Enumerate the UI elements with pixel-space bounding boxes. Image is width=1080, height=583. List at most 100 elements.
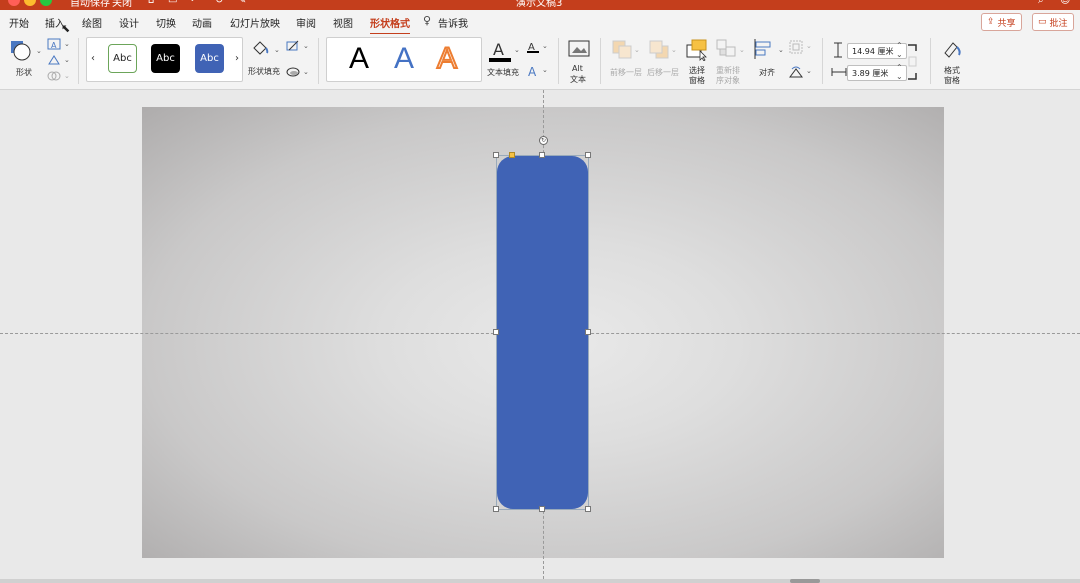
text-box-icon[interactable]: A xyxy=(47,38,61,50)
tab-shape-format[interactable]: 形状格式 xyxy=(370,15,410,35)
chevron-down-icon[interactable]: ⌄ xyxy=(806,42,812,50)
resize-handle-top-left[interactable] xyxy=(493,152,499,158)
autosave-toggle[interactable]: 关闭 xyxy=(112,0,132,9)
chevron-down-icon[interactable]: ⌄ xyxy=(303,42,309,50)
height-icon xyxy=(834,42,842,58)
pen-outline-icon[interactable] xyxy=(286,40,300,52)
share-button[interactable]: ⇪ 共享 xyxy=(981,13,1022,31)
selection-pane-icon[interactable] xyxy=(686,39,708,61)
group-icon[interactable] xyxy=(789,40,803,54)
scrollbar-thumb[interactable] xyxy=(790,579,820,583)
tab-review[interactable]: 审阅 xyxy=(296,15,316,30)
format-pane-label-2: 窗格 xyxy=(944,76,960,85)
customize-icon[interactable]: ✎ xyxy=(238,0,246,6)
width-stepper-down[interactable]: ⌄ xyxy=(896,72,903,81)
height-stepper-up[interactable]: ⌃ xyxy=(896,41,903,50)
merge-shapes-icon[interactable] xyxy=(47,70,61,82)
wordart-orange-outline[interactable]: A xyxy=(436,41,458,76)
style-preset-outline[interactable]: Abc xyxy=(108,44,137,73)
chevron-down-icon[interactable]: ⌄ xyxy=(806,67,812,75)
text-outline-icon[interactable]: A xyxy=(526,40,540,54)
resize-handle-bottom[interactable] xyxy=(539,506,545,512)
chevron-down-icon[interactable]: ⌄ xyxy=(64,72,70,80)
chevron-down-icon[interactable]: ⌄ xyxy=(739,46,745,54)
redo-icon[interactable]: ↻ xyxy=(215,0,223,6)
text-effects-icon[interactable]: A xyxy=(526,64,540,78)
selection-pane-label-2: 窗格 xyxy=(689,76,705,85)
shape-circle-icon[interactable] xyxy=(8,38,34,62)
chevron-right-icon[interactable]: › xyxy=(235,53,239,64)
bring-forward-icon[interactable] xyxy=(611,39,633,59)
rotate-icon[interactable] xyxy=(789,65,803,79)
resize-handle-bottom-left[interactable] xyxy=(493,506,499,512)
chevron-down-icon[interactable]: ⌄ xyxy=(64,56,70,64)
slide-workspace[interactable]: ↻ xyxy=(0,90,1080,579)
ribbon-separator xyxy=(318,38,319,84)
tab-slideshow[interactable]: 幻灯片放映 xyxy=(230,15,280,30)
svg-text:A: A xyxy=(528,65,537,78)
home-icon[interactable]: ⌂ xyxy=(148,0,154,6)
tab-transitions[interactable]: 切换 xyxy=(156,15,176,30)
tell-me-search[interactable]: 告诉我 xyxy=(438,15,468,30)
wordart-gallery: A A A xyxy=(326,37,482,82)
send-backward-icon[interactable] xyxy=(648,39,670,59)
undo-icon[interactable]: ↶ xyxy=(190,0,198,6)
chevron-down-icon[interactable]: ⌄ xyxy=(36,47,42,55)
account-icon[interactable]: ☺ xyxy=(1060,0,1070,6)
chevron-down-icon[interactable]: ⌄ xyxy=(542,42,548,50)
resize-handle-left[interactable] xyxy=(493,329,499,335)
corner-radius-handle[interactable] xyxy=(509,152,515,158)
chevron-down-icon[interactable]: ⌄ xyxy=(671,46,677,54)
format-pane-icon[interactable] xyxy=(941,39,963,61)
minimize-window-button[interactable] xyxy=(24,0,36,6)
edit-shape-icon[interactable] xyxy=(47,54,61,66)
height-stepper-down[interactable]: ⌄ xyxy=(896,50,903,59)
save-icon[interactable]: ▭ xyxy=(168,0,177,6)
width-icon xyxy=(831,68,847,76)
send-backward-label: 后移一层 xyxy=(647,68,679,77)
tab-animations[interactable]: 动画 xyxy=(192,15,212,30)
resize-handle-top[interactable] xyxy=(539,152,545,158)
rounded-rectangle-shape[interactable] xyxy=(497,156,588,509)
chevron-down-icon[interactable]: ⌄ xyxy=(303,68,309,76)
style-preset-black[interactable]: Abc xyxy=(151,44,180,73)
alt-text-label-1: Alt xyxy=(572,64,583,73)
paint-bucket-icon[interactable] xyxy=(250,39,270,57)
comment-button[interactable]: ▭ 批注 xyxy=(1032,13,1074,31)
ribbon: ⌄ 形状 A ⌄ ⌄ ⌄ ‹ Abc Abc Abc › ⌄ 形状填充 ⌄ ⌄ … xyxy=(0,34,1080,90)
shape-label: 形状 xyxy=(16,68,32,77)
chevron-down-icon[interactable]: ⌄ xyxy=(274,46,280,54)
chevron-down-icon[interactable]: ⌄ xyxy=(64,40,70,48)
shape-effects-icon[interactable] xyxy=(286,66,300,78)
search-icon[interactable]: ⌕ xyxy=(1038,0,1044,6)
tab-draw[interactable]: 绘图 xyxy=(82,15,102,30)
reorder-icon[interactable] xyxy=(716,39,738,59)
tab-home[interactable]: 开始 xyxy=(9,15,29,30)
chevron-down-icon[interactable]: ⌄ xyxy=(514,46,520,54)
resize-handle-top-right[interactable] xyxy=(585,152,591,158)
chevron-down-icon[interactable]: ⌄ xyxy=(542,66,548,74)
horizontal-scrollbar[interactable] xyxy=(0,579,1080,583)
chevron-left-icon[interactable]: ‹ xyxy=(91,53,95,64)
svg-text:A: A xyxy=(493,40,504,59)
width-stepper-up[interactable]: ⌃ xyxy=(896,63,903,72)
chevron-down-icon[interactable]: ⌄ xyxy=(778,46,784,54)
align-icon[interactable] xyxy=(753,38,775,60)
ribbon-separator xyxy=(822,38,823,84)
close-window-button[interactable] xyxy=(8,0,20,6)
wordart-blue[interactable]: A xyxy=(394,42,414,76)
resize-handle-bottom-right[interactable] xyxy=(585,506,591,512)
alt-text-icon[interactable] xyxy=(568,39,590,59)
text-fill-icon[interactable]: A xyxy=(488,38,512,64)
ribbon-separator xyxy=(78,38,79,84)
chevron-down-icon[interactable]: ⌄ xyxy=(634,46,640,54)
wordart-black[interactable]: A xyxy=(349,42,369,76)
ribbon-separator xyxy=(930,38,931,84)
style-preset-blue[interactable]: Abc xyxy=(195,44,224,73)
tab-design[interactable]: 设计 xyxy=(119,15,139,30)
rotate-handle[interactable]: ↻ xyxy=(539,136,548,145)
crop-icon[interactable] xyxy=(906,43,918,81)
zoom-window-button[interactable] xyxy=(40,0,52,6)
tab-view[interactable]: 视图 xyxy=(333,15,353,30)
resize-handle-right[interactable] xyxy=(585,329,591,335)
